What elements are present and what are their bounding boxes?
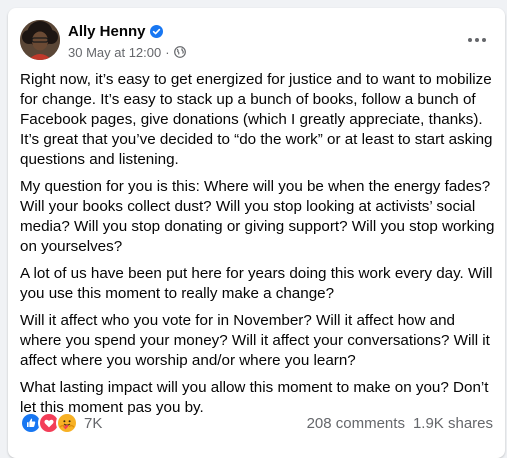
author-name[interactable]: Ally Henny bbox=[68, 23, 146, 40]
post-body: Right now, it’s easy to get energized fo… bbox=[20, 70, 495, 425]
reactions-summary[interactable]: 7K bbox=[20, 412, 102, 434]
more-options-icon bbox=[468, 38, 486, 42]
post-meta: 30 May at 12:00 · bbox=[68, 44, 186, 60]
shares-count-link[interactable]: 1.9K shares bbox=[413, 415, 493, 432]
post-card: Ally Henny 30 May at 12:00 · Right now, … bbox=[8, 8, 505, 458]
post-footer: 7K 208 comments 1.9K shares bbox=[20, 412, 493, 434]
reaction-icons bbox=[20, 412, 78, 434]
meta-separator: · bbox=[165, 44, 170, 60]
engagement-counts: 208 comments 1.9K shares bbox=[307, 415, 493, 432]
more-options-button[interactable] bbox=[459, 22, 495, 58]
post-paragraph: Will it affect who you vote for in Novem… bbox=[20, 312, 490, 369]
care-reaction-icon bbox=[56, 412, 78, 434]
author-name-row: Ally Henny bbox=[68, 22, 163, 40]
post-timestamp[interactable]: 30 May at 12:00 bbox=[68, 45, 161, 60]
reaction-count: 7K bbox=[84, 414, 103, 432]
post-paragraph: My question for you is this: Where will … bbox=[20, 178, 495, 255]
author-avatar[interactable] bbox=[20, 20, 60, 60]
post-header: Ally Henny 30 May at 12:00 · bbox=[20, 20, 493, 60]
comments-count-link[interactable]: 208 comments bbox=[307, 415, 405, 432]
post-paragraph: Right now, it’s easy to get energized fo… bbox=[20, 71, 493, 168]
avatar-image bbox=[20, 20, 60, 60]
verified-badge-icon bbox=[149, 24, 163, 38]
post-paragraph: A lot of us have been put here for years… bbox=[20, 265, 493, 302]
globe-icon[interactable] bbox=[173, 46, 186, 58]
